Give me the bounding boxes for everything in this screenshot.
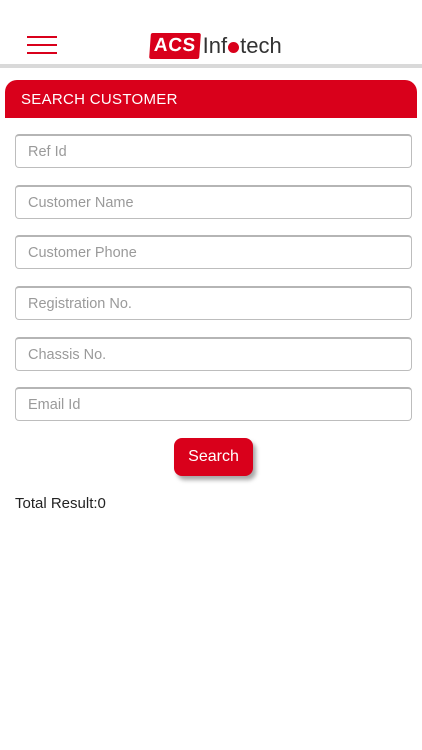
menu-line [27,44,57,46]
email-id-input[interactable] [15,387,412,421]
menu-line [27,52,57,54]
ref-id-input[interactable] [15,134,412,168]
logo-text-end: tech [240,33,282,58]
panel-title: SEARCH CUSTOMER [21,90,178,108]
customer-phone-input[interactable] [15,235,412,269]
app-header: ACS Inf tech [0,0,422,68]
menu-line [27,36,57,38]
hamburger-menu-icon[interactable] [27,36,57,55]
registration-no-input[interactable] [15,286,412,320]
logo-text: Inf tech [203,33,282,59]
search-button[interactable]: Search [174,438,253,476]
logo-mark: ACS [149,33,201,59]
chassis-no-input[interactable] [15,337,412,371]
logo-dot-icon [228,42,240,53]
search-customer-panel-header: SEARCH CUSTOMER [5,80,417,118]
customer-name-input[interactable] [15,185,412,219]
total-result-text: Total Result:0 [15,495,106,512]
acs-infotech-logo: ACS Inf tech [149,32,282,60]
logo-text-start: Inf [202,33,228,58]
